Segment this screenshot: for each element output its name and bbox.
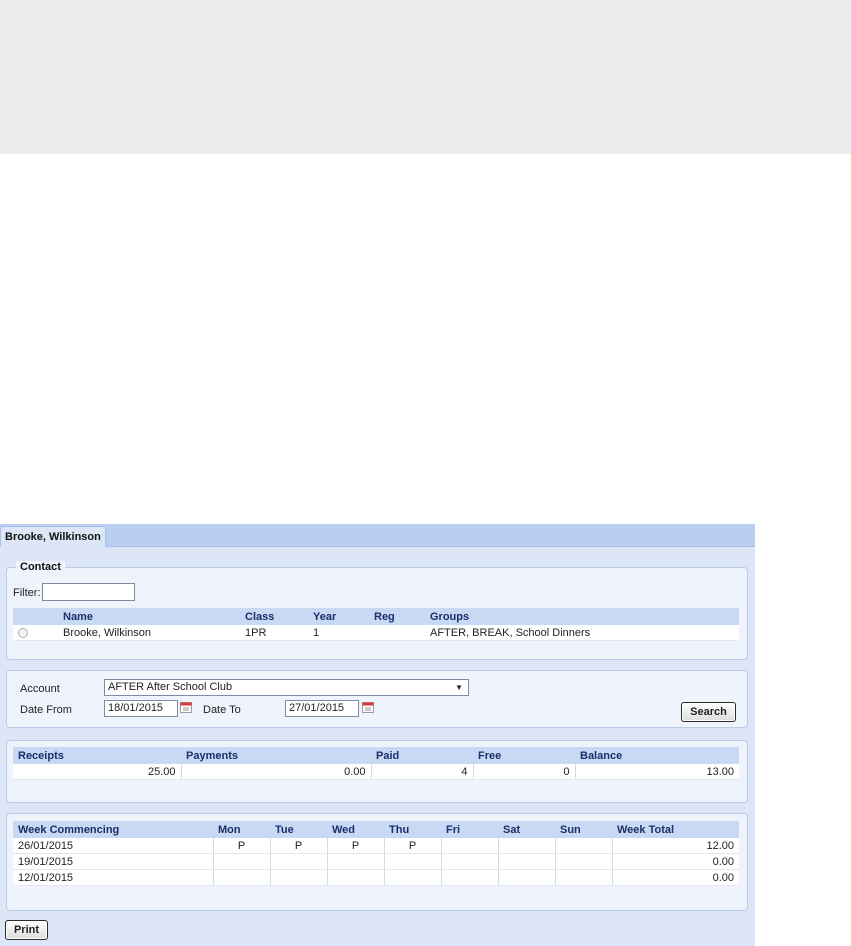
cell-tue bbox=[269, 853, 327, 870]
table-row: 25.00 0.00 4 0 13.00 bbox=[13, 764, 739, 780]
cell-fri bbox=[440, 838, 498, 854]
cell-wed: P bbox=[326, 838, 384, 854]
cell-balance: 13.00 bbox=[574, 764, 739, 780]
account-select-value: AFTER After School Club bbox=[108, 681, 233, 693]
cell-week: 26/01/2015 bbox=[13, 838, 213, 854]
contact-table: Name Class Year Reg Groups Brooke, Wilki… bbox=[13, 608, 739, 641]
cell-mon: P bbox=[212, 838, 270, 854]
col-reg[interactable]: Reg bbox=[369, 608, 425, 625]
col-payments: Payments bbox=[181, 747, 371, 764]
tab-strip: Brooke, Wilkinson bbox=[0, 524, 755, 547]
cell-week-total: 0.00 bbox=[611, 869, 739, 886]
weekly-table: Week Commencing Mon Tue Wed Thu Fri Sat … bbox=[13, 821, 739, 886]
col-groups[interactable]: Groups bbox=[425, 608, 739, 625]
summary-section: Receipts Payments Paid Free Balance 25.0… bbox=[6, 740, 748, 803]
summary-table: Receipts Payments Paid Free Balance 25.0… bbox=[13, 747, 739, 780]
cell-thu bbox=[383, 853, 441, 870]
col-class[interactable]: Class bbox=[240, 608, 308, 625]
col-year[interactable]: Year bbox=[308, 608, 369, 625]
contact-legend: Contact bbox=[16, 561, 65, 573]
calendar-icon[interactable] bbox=[362, 701, 374, 713]
table-row: 26/01/2015 P P P P 12.00 bbox=[13, 838, 739, 854]
cell-tue bbox=[269, 869, 327, 886]
cell-thu: P bbox=[383, 838, 441, 854]
print-button[interactable]: Print bbox=[5, 920, 48, 940]
cell-paid: 4 bbox=[370, 764, 473, 780]
col-sun: Sun bbox=[555, 821, 612, 838]
cell-week-total: 12.00 bbox=[611, 838, 739, 854]
cell-mon bbox=[212, 853, 270, 870]
calendar-icon[interactable] bbox=[180, 701, 192, 713]
cell-payments: 0.00 bbox=[180, 764, 371, 780]
col-paid: Paid bbox=[371, 747, 473, 764]
cell-week-total: 0.00 bbox=[611, 853, 739, 870]
chevron-down-icon[interactable]: ▼ bbox=[455, 680, 463, 695]
account-select[interactable]: AFTER After School Club ▼ bbox=[104, 679, 469, 696]
cell-sat bbox=[497, 869, 555, 886]
filter-label: Filter: bbox=[13, 587, 41, 599]
col-mon: Mon bbox=[213, 821, 270, 838]
summary-header-row: Receipts Payments Paid Free Balance bbox=[13, 747, 739, 764]
table-row[interactable]: Brooke, Wilkinson 1PR 1 AFTER, BREAK, Sc… bbox=[13, 625, 739, 641]
date-to-label: Date To bbox=[203, 704, 241, 716]
account-label: Account bbox=[20, 683, 60, 695]
cell-mon bbox=[212, 869, 270, 886]
col-select bbox=[13, 608, 58, 625]
cell-thu bbox=[383, 869, 441, 886]
account-search-section: Account AFTER After School Club ▼ Date F… bbox=[6, 670, 748, 728]
col-week-total: Week Total bbox=[612, 821, 739, 838]
weekly-header-row: Week Commencing Mon Tue Wed Thu Fri Sat … bbox=[13, 821, 739, 838]
cell-sat bbox=[497, 838, 555, 854]
cell-sun bbox=[554, 869, 612, 886]
date-from-label: Date From bbox=[20, 704, 72, 716]
cell-wed bbox=[326, 869, 384, 886]
radio-button[interactable] bbox=[18, 627, 28, 638]
row-select[interactable] bbox=[13, 625, 58, 641]
date-from-input[interactable]: 18/01/2015 bbox=[104, 700, 178, 717]
weekly-section: Week Commencing Mon Tue Wed Thu Fri Sat … bbox=[6, 813, 748, 911]
cell-wed bbox=[326, 853, 384, 870]
table-row: 19/01/2015 0.00 bbox=[13, 853, 739, 870]
cell-tue: P bbox=[269, 838, 327, 854]
col-balance: Balance bbox=[575, 747, 739, 764]
cell-year: 1 bbox=[308, 625, 369, 641]
col-name[interactable]: Name bbox=[58, 608, 240, 625]
col-wed: Wed bbox=[327, 821, 384, 838]
cell-week: 12/01/2015 bbox=[13, 869, 213, 886]
date-to-input[interactable]: 27/01/2015 bbox=[285, 700, 359, 717]
cell-sun bbox=[554, 838, 612, 854]
col-receipts: Receipts bbox=[13, 747, 181, 764]
search-button[interactable]: Search bbox=[681, 702, 736, 722]
contact-header-row: Name Class Year Reg Groups bbox=[13, 608, 739, 625]
col-fri: Fri bbox=[441, 821, 498, 838]
cell-class: 1PR bbox=[240, 625, 308, 641]
contact-account-panel: Brooke, Wilkinson Contact Filter: Name C… bbox=[0, 524, 755, 946]
cell-receipts: 25.00 bbox=[13, 764, 181, 780]
contact-section: Contact Filter: Name Class Year Reg Grou… bbox=[6, 561, 748, 660]
cell-sun bbox=[554, 853, 612, 870]
col-week-commencing: Week Commencing bbox=[13, 821, 213, 838]
col-sat: Sat bbox=[498, 821, 555, 838]
filter-input[interactable] bbox=[42, 583, 135, 601]
tab-contact[interactable]: Brooke, Wilkinson bbox=[0, 526, 106, 547]
cell-week: 19/01/2015 bbox=[13, 853, 213, 870]
cell-fri bbox=[440, 853, 498, 870]
table-row: 12/01/2015 0.00 bbox=[13, 869, 739, 886]
col-free: Free bbox=[473, 747, 575, 764]
cell-reg bbox=[369, 625, 425, 641]
cell-sat bbox=[497, 853, 555, 870]
cell-fri bbox=[440, 869, 498, 886]
top-banner bbox=[0, 0, 851, 154]
cell-name: Brooke, Wilkinson bbox=[58, 625, 240, 641]
cell-groups: AFTER, BREAK, School Dinners bbox=[425, 625, 739, 641]
cell-free: 0 bbox=[472, 764, 575, 780]
col-thu: Thu bbox=[384, 821, 441, 838]
col-tue: Tue bbox=[270, 821, 327, 838]
